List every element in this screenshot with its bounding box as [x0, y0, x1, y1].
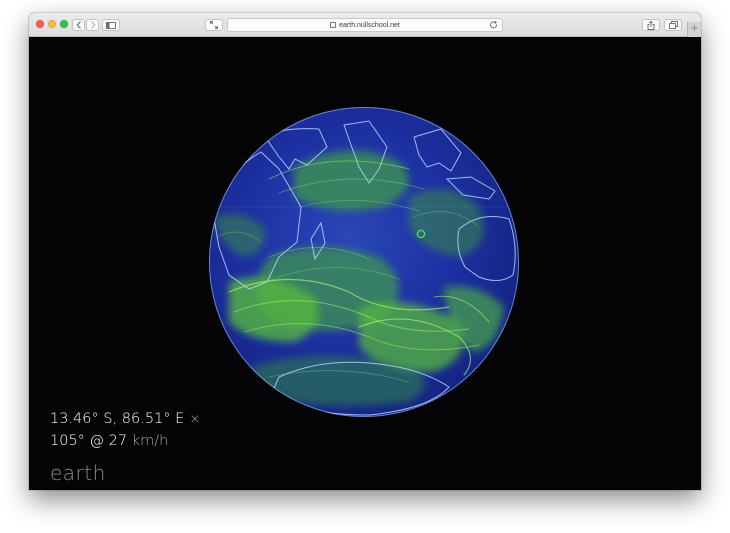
- share-icon: [647, 20, 655, 30]
- reload-icon[interactable]: [490, 21, 498, 29]
- maximize-window-button[interactable]: [60, 20, 68, 28]
- coordinates-text: 13.46° S, 86.51° E: [50, 411, 185, 427]
- fullscreen-button[interactable]: [205, 19, 223, 31]
- wind-direction-speed: 105° @ 27: [50, 433, 128, 449]
- wind-reading-row: 105° @ 27 km/h: [50, 430, 200, 452]
- fullscreen-icon: [210, 21, 218, 29]
- browser-window: earth.nullschool.net + 13.46° S, 86.51° …: [29, 13, 701, 490]
- new-tab-button[interactable]: +: [687, 22, 701, 37]
- forward-button[interactable]: [86, 19, 99, 31]
- map-viewport[interactable]: 13.46° S, 86.51° E × 105° @ 27 km/h earth: [29, 37, 701, 490]
- sidebar-button[interactable]: [102, 19, 120, 31]
- coordinates-row: 13.46° S, 86.51° E ×: [50, 409, 200, 430]
- url-text: earth.nullschool.net: [339, 22, 400, 29]
- lock-icon: [330, 22, 337, 28]
- share-button[interactable]: [642, 19, 660, 31]
- sidebar-icon: [106, 21, 116, 29]
- address-bar[interactable]: earth.nullschool.net: [227, 18, 503, 32]
- tabs-overview-icon: [668, 21, 678, 29]
- close-window-button[interactable]: [36, 20, 44, 28]
- globe[interactable]: [209, 107, 519, 417]
- close-location-button[interactable]: ×: [189, 412, 200, 427]
- browser-toolbar: earth.nullschool.net +: [29, 13, 701, 37]
- earth-menu-button[interactable]: earth: [50, 461, 106, 485]
- tabs-overview-button[interactable]: [664, 19, 682, 31]
- back-button[interactable]: [72, 19, 85, 31]
- location-info-panel: 13.46° S, 86.51° E × 105° @ 27 km/h: [50, 409, 200, 452]
- minimize-window-button[interactable]: [48, 20, 56, 28]
- chevron-right-icon: [90, 21, 96, 29]
- chevron-left-icon: [75, 21, 81, 29]
- wind-unit-toggle[interactable]: km/h: [132, 433, 169, 449]
- url-display[interactable]: earth.nullschool.net: [228, 19, 502, 32]
